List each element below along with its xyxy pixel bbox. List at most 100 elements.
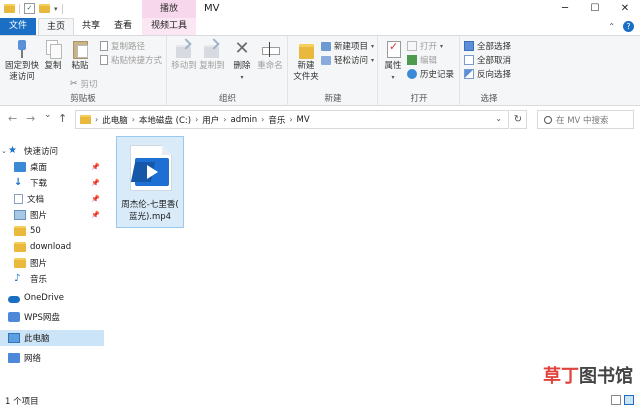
pin-quick-access-button[interactable]: 固定到快 速访问: [4, 39, 40, 83]
rename-button[interactable]: 重命名: [256, 39, 284, 72]
open-button[interactable]: 打开 ▾: [407, 40, 443, 52]
sidebar-item-folder-download[interactable]: download: [0, 239, 104, 255]
tab-file[interactable]: 文件: [0, 18, 36, 35]
back-arrow-icon[interactable]: ←: [8, 112, 17, 125]
easy-access-icon: [321, 55, 331, 65]
sidebar-item-onedrive[interactable]: OneDrive: [0, 290, 104, 306]
paste-shortcut-button[interactable]: 粘贴快捷方式: [100, 54, 162, 66]
select-all-button[interactable]: 全部选择: [464, 40, 511, 52]
rename-icon: [260, 39, 280, 59]
up-arrow-icon[interactable]: ↑: [58, 112, 67, 125]
chevron-right-icon[interactable]: ›: [195, 115, 198, 124]
details-view-icon[interactable]: [611, 395, 621, 405]
refresh-button[interactable]: ↻: [510, 110, 527, 129]
breadcrumb-music[interactable]: 音乐: [268, 114, 285, 126]
file-item-video[interactable]: 周杰伦-七里香( 蓝光).mp4: [116, 136, 184, 228]
pin-icon: 📌: [91, 195, 100, 203]
move-to-button[interactable]: 移动到: [170, 39, 198, 72]
delete-button[interactable]: ✕ 删除 ▾: [230, 39, 254, 83]
cloud-icon: [8, 295, 20, 303]
tab-view[interactable]: 查看: [108, 18, 138, 35]
select-none-button[interactable]: 全部取消: [464, 54, 511, 66]
delete-x-icon: ✕: [234, 38, 250, 59]
collapse-ribbon-icon[interactable]: ⌃: [608, 22, 615, 31]
large-icons-view-icon[interactable]: [624, 395, 634, 405]
breadcrumb-admin[interactable]: admin: [230, 115, 257, 125]
breadcrumb-mv[interactable]: MV: [297, 115, 310, 125]
new-item-label: 新建项目: [334, 42, 369, 52]
address-dropdown-icon[interactable]: ⌄: [495, 114, 502, 123]
computer-icon: [8, 333, 20, 343]
maximize-button[interactable]: ☐: [580, 0, 610, 18]
chevron-right-icon[interactable]: ›: [261, 115, 264, 124]
copy-path-button[interactable]: 复制路径: [100, 40, 145, 52]
search-box[interactable]: 在 MV 中搜索: [537, 110, 634, 129]
video-file-icon: [130, 145, 172, 191]
sidebar-item-music[interactable]: ♪ 音乐: [0, 271, 104, 287]
chevron-right-icon[interactable]: ›: [223, 115, 226, 124]
sidebar-item-downloads[interactable]: ↓ 下载 📌: [0, 175, 104, 191]
window-controls: ─ ☐ ✕: [550, 0, 640, 18]
paste-button[interactable]: 粘贴: [68, 39, 92, 72]
address-bar[interactable]: › 此电脑 › 本地磁盘 (C:) › 用户 › admin › 音乐 › MV…: [75, 110, 509, 129]
sidebar-item-documents[interactable]: 文档 📌: [0, 191, 104, 207]
properties-dropdown-icon[interactable]: ▾: [381, 72, 405, 83]
edit-label: 编辑: [420, 56, 438, 66]
new-folder-quick-button[interactable]: [39, 4, 50, 13]
sidebar-item-folder-pictures[interactable]: 图片: [0, 255, 104, 271]
context-tab-header: 播放: [142, 0, 196, 18]
close-button[interactable]: ✕: [610, 0, 640, 18]
sidebar-item-pictures[interactable]: 图片 📌: [0, 207, 104, 223]
sidebar-item-this-pc[interactable]: 此电脑: [0, 330, 104, 346]
delete-dropdown-icon[interactable]: ▾: [230, 72, 254, 83]
paste-shortcut-label: 粘贴快捷方式: [111, 56, 163, 66]
chevron-down-icon[interactable]: ⌄: [0, 147, 8, 155]
breadcrumb-users[interactable]: 用户: [202, 114, 219, 126]
sidebar-item-network[interactable]: 网络: [0, 350, 104, 366]
sidebar-item-desktop[interactable]: 桌面 📌: [0, 159, 104, 175]
tab-video-tools[interactable]: 视频工具: [142, 18, 196, 35]
properties-button[interactable]: 属性 ▾: [381, 39, 405, 83]
edit-icon: [407, 55, 417, 65]
easy-access-button[interactable]: 轻松访问 ▾: [321, 54, 374, 66]
item-count: 1 个项目: [5, 397, 39, 407]
status-bar: 1 个项目: [0, 391, 640, 409]
new-folder-icon: [296, 39, 316, 59]
invert-selection-button[interactable]: 反向选择: [464, 68, 511, 80]
copy-to-button[interactable]: 复制到: [198, 39, 226, 72]
properties-quick-button[interactable]: ✓: [24, 3, 35, 14]
sidebar-item-quick-access[interactable]: ⌄ ★ 快速访问: [0, 143, 104, 159]
copy-path-label: 复制路径: [111, 42, 146, 52]
new-item-button[interactable]: 新建项目 ▾: [321, 40, 374, 52]
new-folder-button[interactable]: 新建 文件夹: [291, 39, 321, 83]
history-button[interactable]: 历史记录: [407, 68, 454, 80]
music-icon: ♪: [14, 273, 21, 284]
tab-share[interactable]: 共享: [76, 18, 106, 35]
chevron-right-icon[interactable]: ›: [289, 115, 292, 124]
sidebar-item-label: 网络: [24, 354, 42, 364]
minimize-button[interactable]: ─: [550, 0, 580, 18]
help-icon[interactable]: ?: [623, 21, 634, 32]
history-label: 历史记录: [420, 70, 455, 80]
chevron-right-icon[interactable]: ›: [132, 115, 135, 124]
play-icon: [135, 158, 169, 186]
clipboard-group-label: 剪贴板: [70, 94, 96, 104]
move-to-icon: [174, 39, 194, 59]
sidebar-item-wps-cloud[interactable]: WPS网盘: [0, 309, 104, 325]
sidebar-item-folder-50[interactable]: 50: [0, 223, 104, 239]
ribbon: 固定到快 速访问 复制 粘贴 复制路径 粘贴快捷方式 ✂ 剪切 剪贴板 移动到: [0, 35, 640, 106]
forward-arrow-icon[interactable]: →: [26, 112, 35, 125]
edit-button[interactable]: 编辑: [407, 54, 437, 66]
clipboard-group: 固定到快 速访问 复制 粘贴 复制路径 粘贴快捷方式 ✂ 剪切 剪贴板: [0, 36, 167, 106]
cut-button[interactable]: ✂ 剪切: [70, 78, 98, 90]
quick-access-dropdown-icon[interactable]: ▾: [54, 5, 58, 13]
tab-home[interactable]: 主页: [38, 18, 74, 35]
file-name-line1: 周杰伦-七里香(: [121, 200, 179, 210]
recent-locations-icon[interactable]: ⌄: [44, 110, 52, 120]
navigation-pane: ⌄ ★ 快速访问 桌面 📌 ↓ 下载 📌 文档 📌 图片 📌 50 downlo…: [0, 133, 104, 391]
copy-icon: [44, 39, 62, 59]
breadcrumb-this-pc[interactable]: 此电脑: [102, 114, 128, 126]
copy-button[interactable]: 复制: [42, 39, 64, 72]
star-icon: ★: [8, 145, 17, 156]
breadcrumb-local-disk[interactable]: 本地磁盘 (C:): [139, 114, 191, 126]
